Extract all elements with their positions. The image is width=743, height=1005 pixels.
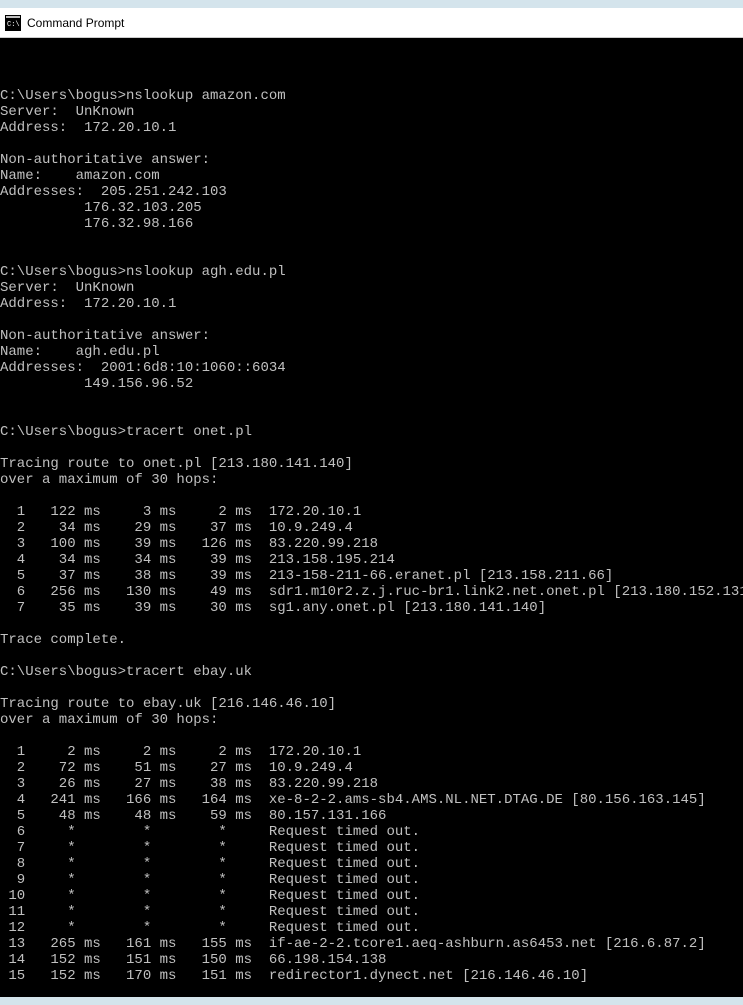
cmd-icon: C:\ (5, 15, 21, 31)
svg-text:C:\: C:\ (7, 21, 20, 29)
terminal-area[interactable]: C:\Users\bogus>nslookup amazon.com Serve… (0, 38, 743, 997)
window-title: Command Prompt (27, 16, 124, 30)
window-title-bar[interactable]: C:\ Command Prompt (0, 8, 743, 38)
terminal-output: C:\Users\bogus>nslookup amazon.com Serve… (0, 72, 743, 997)
